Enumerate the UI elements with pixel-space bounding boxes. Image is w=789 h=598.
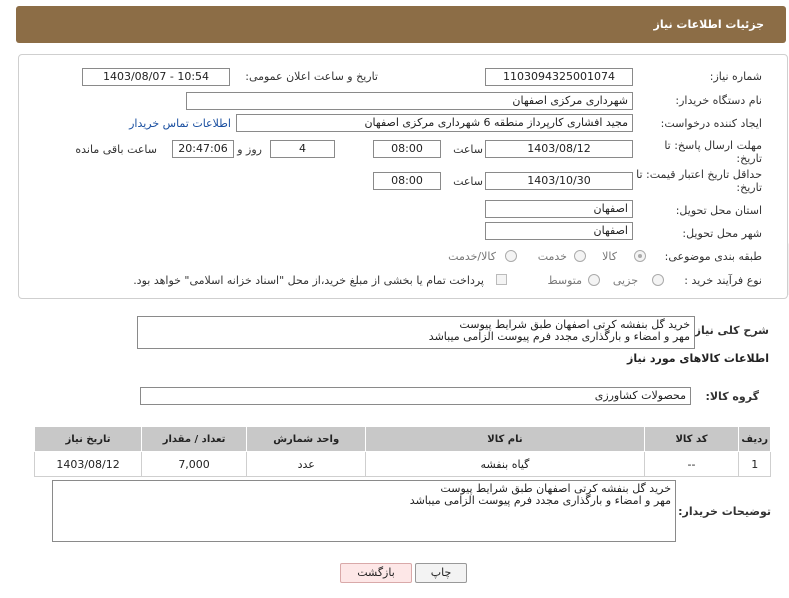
validity-time-word: ساعت bbox=[453, 175, 483, 188]
announce-datetime-field[interactable]: 1403/08/07 - 10:54 bbox=[82, 68, 230, 86]
creator-field[interactable]: مجید افشاری کارپرداز منطقه 6 شهرداری مرک… bbox=[236, 114, 633, 132]
col-unit: واحد شمارش bbox=[246, 426, 367, 452]
city-label: شهر محل تحویل: bbox=[682, 227, 762, 240]
goods-section-title: اطلاعات کالاهای مورد نیاز bbox=[627, 352, 769, 365]
category-both-radio[interactable] bbox=[505, 250, 517, 262]
summary-textarea[interactable]: خرید گل بنفشه کرتی اصفهان طبق شرایط پیوس… bbox=[137, 316, 695, 349]
summary-label: شرح کلی نیاز: bbox=[690, 324, 769, 337]
goods-group-field[interactable]: محصولات کشاورزی bbox=[140, 387, 691, 405]
deadline-label-date: تاریخ: bbox=[736, 152, 762, 165]
creator-label: ایجاد کننده درخواست: bbox=[660, 117, 762, 130]
purchase-medium-radio[interactable] bbox=[588, 274, 600, 286]
validity-label: حداقل تاریخ اعتبار قیمت: تا bbox=[636, 168, 762, 181]
remaining-time-field[interactable]: 20:47:06 bbox=[172, 140, 234, 158]
buyer-org-field[interactable]: شهرداری مرکزی اصفهان bbox=[186, 92, 633, 110]
days-word: روز و bbox=[237, 143, 262, 156]
purchase-minor-radio[interactable] bbox=[652, 274, 664, 286]
days-remaining-field[interactable]: 4 bbox=[270, 140, 335, 158]
col-quantity: تعداد / مقدار bbox=[141, 426, 248, 452]
need-number-label: شماره نیاز: bbox=[709, 70, 762, 83]
page-title: جزئیات اطلاعات نیاز bbox=[653, 18, 765, 31]
cell-quantity: 7,000 bbox=[141, 451, 248, 477]
category-label: طبقه بندی موضوعی: bbox=[664, 250, 762, 263]
category-both-label: کالا/خدمت bbox=[448, 250, 496, 263]
province-label: استان محل تحویل: bbox=[675, 204, 762, 217]
category-service-radio[interactable] bbox=[574, 250, 586, 262]
goods-table-header: ردیف کد کالا نام کالا واحد شمارش تعداد /… bbox=[33, 426, 771, 452]
city-field[interactable]: اصفهان bbox=[485, 222, 633, 240]
category-goods-label: کالا bbox=[602, 250, 617, 263]
category-service-label: خدمت bbox=[537, 250, 567, 263]
print-button[interactable]: چاپ bbox=[415, 563, 467, 583]
cell-name: گیاه بنفشه bbox=[365, 451, 645, 477]
validity-label-date: تاریخ: bbox=[736, 181, 762, 194]
deadline-time-word: ساعت bbox=[453, 143, 483, 156]
announce-label: تاریخ و ساعت اعلان عمومی: bbox=[245, 70, 378, 83]
page-header: جزئیات اطلاعات نیاز bbox=[16, 6, 786, 43]
validity-time-field[interactable]: 08:00 bbox=[373, 172, 441, 190]
cell-unit: عدد bbox=[246, 451, 367, 477]
cell-row: 1 bbox=[738, 451, 771, 477]
buyer-notes-textarea[interactable]: خرید گل بنفشه کرتی اصفهان طبق شرایط پیوس… bbox=[52, 480, 676, 542]
province-field[interactable]: اصفهان bbox=[485, 200, 633, 218]
deadline-label: مهلت ارسال پاسخ: تا bbox=[664, 139, 762, 152]
purchase-minor-label: جزیی bbox=[612, 274, 638, 287]
deadline-time-field[interactable]: 08:00 bbox=[373, 140, 441, 158]
validity-date-field[interactable]: 1403/10/30 bbox=[485, 172, 633, 190]
table-row[interactable]: 1 -- گیاه بنفشه عدد 7,000 1403/08/12 bbox=[33, 451, 771, 477]
buyer-org-label: نام دستگاه خریدار: bbox=[675, 94, 762, 107]
cell-code: -- bbox=[643, 451, 740, 477]
cell-need-date: 1403/08/12 bbox=[33, 451, 143, 477]
deadline-date-field[interactable]: 1403/08/12 bbox=[485, 140, 633, 158]
category-goods-radio[interactable] bbox=[634, 250, 646, 262]
goods-table: ردیف کد کالا نام کالا واحد شمارش تعداد /… bbox=[33, 426, 771, 477]
remaining-word: ساعت باقی مانده bbox=[75, 143, 157, 156]
treasury-payment-checkbox[interactable] bbox=[496, 274, 507, 285]
purchase-type-label: نوع فرآیند خرید : bbox=[684, 274, 762, 287]
buyer-contact-link[interactable]: اطلاعات تماس خریدار bbox=[129, 117, 231, 130]
col-code: کد کالا bbox=[643, 426, 740, 452]
col-row: ردیف bbox=[738, 426, 771, 452]
purchase-medium-label: متوسط bbox=[547, 274, 582, 287]
need-number-field[interactable]: 1103094325001074 bbox=[485, 68, 633, 86]
col-need-date: تاریخ نیاز bbox=[33, 426, 143, 452]
buyer-notes-label: توضیحات خریدار: bbox=[678, 505, 771, 518]
treasury-payment-note: پرداخت تمام یا بخشی از مبلغ خرید،از محل … bbox=[133, 274, 484, 287]
goods-group-label: گروه کالا: bbox=[705, 390, 759, 403]
col-name: نام کالا bbox=[365, 426, 645, 452]
back-button[interactable]: بازگشت bbox=[340, 563, 412, 583]
